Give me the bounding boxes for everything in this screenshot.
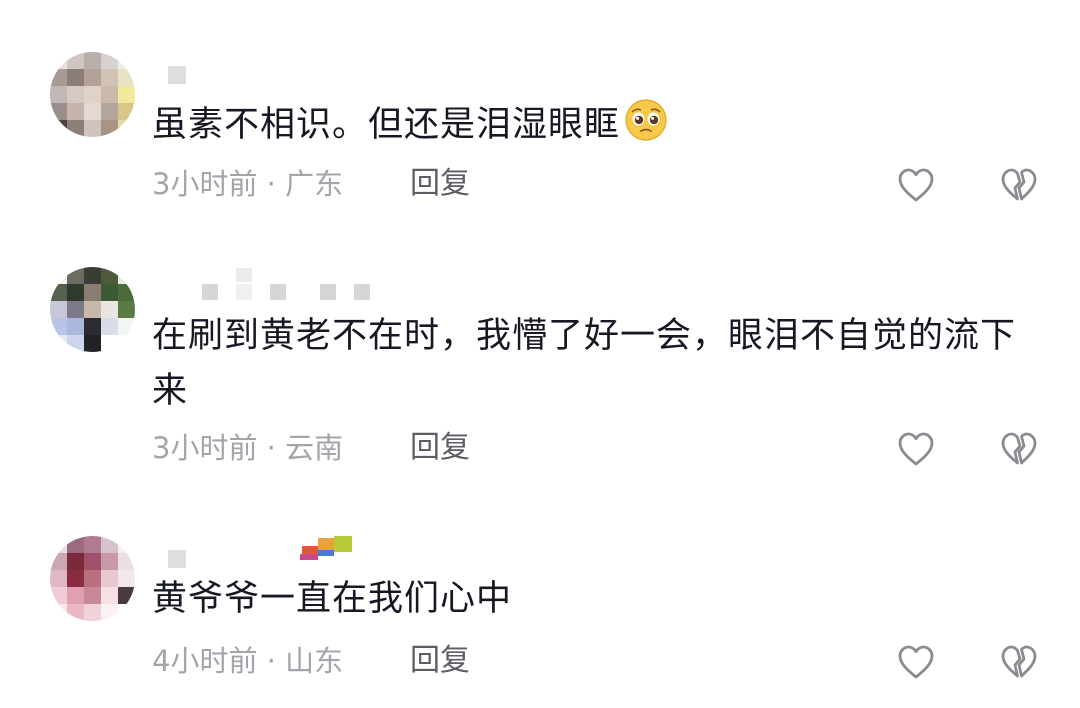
avatar[interactable]	[50, 267, 135, 352]
broken-heart-outline-icon[interactable]	[1000, 167, 1038, 203]
heart-outline-icon[interactable]	[897, 167, 935, 203]
reply-button[interactable]: 回复	[410, 164, 470, 204]
comment-location: 云南	[285, 431, 344, 465]
reply-button[interactable]: 回复	[410, 428, 470, 468]
comment-location: 广东	[285, 167, 344, 201]
comment-time: 4小时前	[152, 644, 258, 678]
comment-text: 黄爷爷一直在我们心中	[152, 579, 513, 619]
broken-heart-outline-icon[interactable]	[1000, 644, 1038, 680]
comment-meta: 4小时前 · 山东	[152, 641, 343, 681]
heart-outline-icon[interactable]	[897, 644, 935, 680]
pleading-face-emoji	[625, 99, 667, 141]
comment-meta: 3小时前 · 广东	[152, 164, 343, 204]
broken-heart-outline-icon[interactable]	[1000, 431, 1038, 467]
meta-separator: ·	[266, 167, 276, 201]
username-blurred[interactable]	[152, 62, 192, 92]
reply-button[interactable]: 回复	[410, 641, 470, 681]
username-blurred[interactable]	[152, 268, 372, 300]
comment-meta: 3小时前 · 云南	[152, 428, 343, 468]
meta-separator: ·	[266, 644, 276, 678]
username-blurred[interactable]	[152, 534, 372, 568]
comment-text: 虽素不相识。但还是泪湿眼眶	[152, 98, 1032, 153]
comment-time: 3小时前	[152, 167, 258, 201]
avatar[interactable]	[50, 52, 135, 137]
comment-text: 在刷到黄老不在时，我懵了好一会，眼泪不自觉的流下来	[152, 316, 1017, 411]
heart-outline-icon[interactable]	[897, 431, 935, 467]
comment-time: 3小时前	[152, 431, 258, 465]
avatar[interactable]	[50, 536, 135, 621]
comment-location: 山东	[285, 644, 344, 678]
meta-separator: ·	[266, 431, 276, 465]
